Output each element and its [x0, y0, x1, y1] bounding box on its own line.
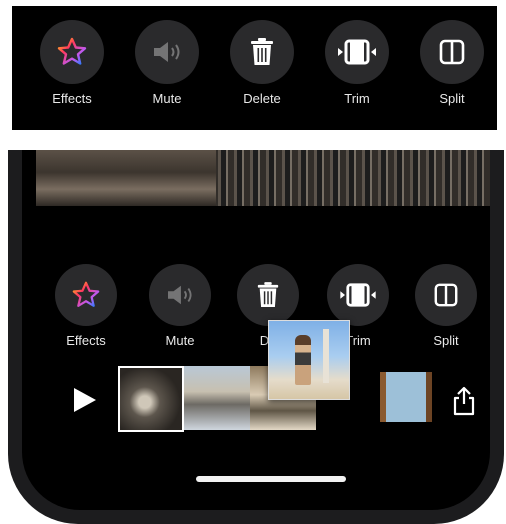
clip-column	[323, 329, 329, 383]
phone-split-label: Split	[433, 333, 459, 348]
timeline-clip[interactable]	[380, 372, 432, 422]
timeline-clip[interactable]	[184, 366, 250, 430]
star-icon	[72, 281, 100, 307]
split-icon	[439, 39, 465, 65]
clip-figure	[295, 335, 311, 385]
phone-mute-circle	[149, 264, 211, 326]
effects-label: Effects	[52, 91, 92, 106]
phone-delete-circle	[237, 264, 299, 326]
star-icon	[57, 37, 87, 65]
delete-label: Delete	[243, 91, 281, 106]
delete-button[interactable]: Delete	[222, 20, 302, 106]
speaker-icon	[154, 42, 180, 62]
mute-button[interactable]: Mute	[127, 20, 207, 106]
trim-icon	[338, 39, 376, 65]
trash-icon	[251, 38, 273, 65]
phone-effects-label: Effects	[66, 333, 106, 348]
phone-frame: Effects Mute Trim Split	[8, 150, 504, 524]
split-icon	[434, 283, 458, 307]
toolbar-panel: Effects Mute Delete Trim Split	[12, 6, 497, 130]
trim-circle	[325, 20, 389, 84]
share-icon	[453, 386, 475, 416]
phone-split-button[interactable]: Split	[406, 264, 486, 348]
video-preview-left	[36, 150, 216, 206]
timeline-clip-selected[interactable]	[118, 366, 184, 432]
phone-trim-circle	[327, 264, 389, 326]
trim-icon	[340, 283, 376, 307]
speaker-icon	[168, 285, 192, 305]
home-indicator[interactable]	[196, 476, 346, 482]
delete-circle	[230, 20, 294, 84]
dragged-clip[interactable]	[268, 320, 350, 400]
mute-label: Mute	[152, 91, 182, 106]
split-label: Split	[439, 91, 465, 106]
share-button[interactable]	[452, 386, 476, 421]
phone-effects-button[interactable]: Effects	[46, 264, 126, 348]
play-icon	[74, 388, 96, 412]
effects-button[interactable]: Effects	[32, 20, 112, 106]
mute-circle	[135, 20, 199, 84]
phone-screen: Effects Mute Trim Split	[22, 150, 490, 510]
split-button[interactable]: Split	[412, 20, 492, 106]
phone-mute-button[interactable]: Mute	[140, 264, 220, 348]
trash-icon	[257, 282, 279, 307]
trim-label: Trim	[344, 91, 370, 106]
effects-circle	[40, 20, 104, 84]
trim-button[interactable]: Trim	[317, 20, 397, 106]
split-circle	[420, 20, 484, 84]
phone-effects-circle	[55, 264, 117, 326]
play-button[interactable]	[74, 388, 96, 417]
phone-split-circle	[415, 264, 477, 326]
phone-mute-label: Mute	[165, 333, 195, 348]
